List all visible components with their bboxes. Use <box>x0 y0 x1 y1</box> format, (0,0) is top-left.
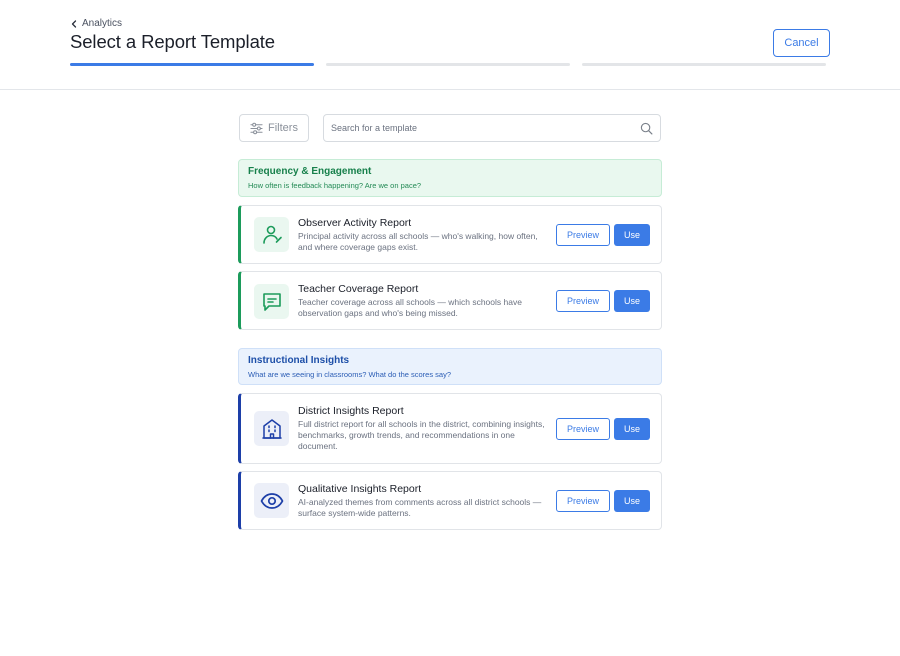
step-1-progress <box>70 63 314 66</box>
card-description: Principal activity across all schools — … <box>298 231 538 252</box>
category-title: Frequency & Engagement <box>248 166 372 177</box>
use-button[interactable]: Use <box>614 290 650 312</box>
filters-label: Filters <box>268 122 298 134</box>
filters-button[interactable]: Filters <box>239 114 309 142</box>
template-card-teacher-coverage: Teacher Coverage Report Teacher coverage… <box>238 271 662 330</box>
page-header: Analytics Select a Report Template Cance… <box>0 0 900 90</box>
chat-icon <box>254 284 289 319</box>
card-description: Full district report for all schools in … <box>298 419 545 451</box>
person-icon <box>254 217 289 252</box>
eye-icon <box>254 483 289 518</box>
sliders-icon <box>250 122 263 134</box>
card-title: District Insights Report <box>298 405 404 417</box>
category-subtitle: What are we seeing in classrooms? What d… <box>248 370 452 379</box>
card-title: Teacher Coverage Report <box>298 283 419 295</box>
use-button[interactable]: Use <box>614 490 650 512</box>
breadcrumb-label: Analytics <box>82 18 123 29</box>
use-button[interactable]: Use <box>614 418 650 440</box>
use-button[interactable]: Use <box>614 224 650 246</box>
card-description: Teacher coverage across all schools — wh… <box>298 297 522 318</box>
card-title: Qualitative Insights Report <box>298 483 422 495</box>
preview-button[interactable]: Preview <box>556 490 610 512</box>
template-card-qualitative-insights: Qualitative Insights Report AI-analyzed … <box>238 471 662 530</box>
category-subtitle: How often is feedback happening? Are we … <box>248 181 422 190</box>
search-icon[interactable] <box>640 122 653 135</box>
cancel-button[interactable]: Cancel <box>773 29 830 57</box>
preview-button[interactable]: Preview <box>556 224 610 246</box>
page-title: Select a Report Template <box>70 31 275 52</box>
preview-button[interactable]: Preview <box>556 418 610 440</box>
preview-button[interactable]: Preview <box>556 290 610 312</box>
search-input[interactable] <box>331 115 631 141</box>
breadcrumb[interactable]: Analytics <box>70 18 122 29</box>
category-instructional-insights: Instructional Insights What are we seein… <box>238 348 662 385</box>
category-frequency-engagement: Frequency & Engagement How often is feed… <box>238 159 662 197</box>
step-3-progress <box>582 63 826 66</box>
template-card-observer-activity: Observer Activity Report Principal activ… <box>238 205 662 264</box>
card-description: AI-analyzed themes from comments across … <box>298 497 542 518</box>
category-title: Instructional Insights <box>248 355 350 366</box>
card-title: Observer Activity Report <box>298 217 412 229</box>
search-box[interactable] <box>323 114 661 142</box>
building-icon <box>254 411 289 446</box>
step-2-progress <box>326 63 570 66</box>
template-card-district-insights: District Insights Report Full district r… <box>238 393 662 464</box>
chevron-left-icon <box>71 19 77 28</box>
